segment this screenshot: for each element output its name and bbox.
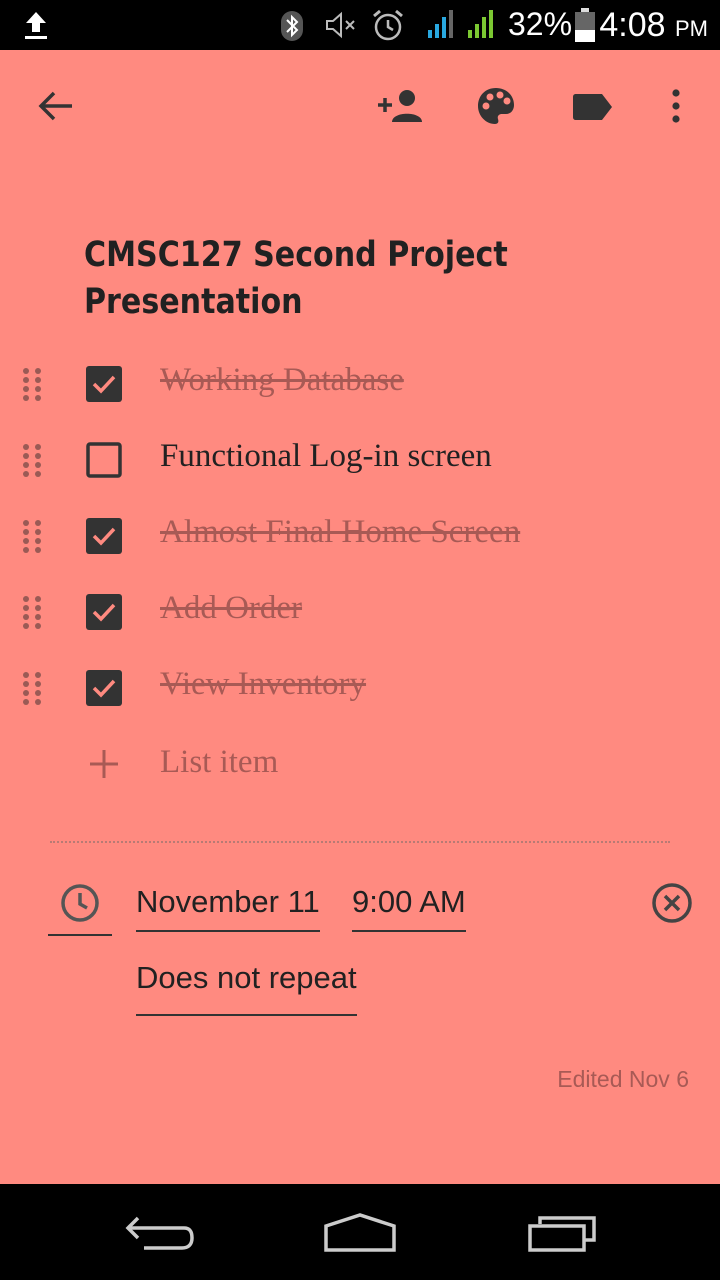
battery-icon <box>575 8 595 42</box>
list-item-text[interactable]: Functional Log-in screen <box>160 438 492 475</box>
add-list-item-placeholder: List item <box>160 744 279 780</box>
clock-icon <box>61 884 99 922</box>
reminder-time-field[interactable]: 9:00 AM <box>352 884 466 932</box>
navigation-bar <box>0 1184 720 1280</box>
checkbox-checked-icon[interactable] <box>86 518 122 554</box>
clock-time: 4:08 <box>599 6 666 44</box>
plus-icon <box>90 750 118 778</box>
clock: 4:08 PM <box>599 6 708 45</box>
drag-handle-icon[interactable] <box>20 366 44 402</box>
checkbox-checked-icon[interactable] <box>86 366 122 402</box>
palette-icon[interactable] <box>476 86 516 126</box>
back-arrow-icon[interactable] <box>36 88 76 124</box>
list-item-text[interactable]: Add Order <box>160 590 302 627</box>
note-title-line-2: Presentation <box>84 282 303 322</box>
back-nav-icon[interactable] <box>124 1214 196 1254</box>
clock-ampm: PM <box>675 16 708 41</box>
checkbox-checked-icon[interactable] <box>86 594 122 630</box>
add-list-item[interactable]: List item <box>0 730 720 800</box>
note-title-line-1: CMSC127 Second Project <box>84 235 508 275</box>
note-title[interactable]: CMSC127 Second Project Presentation <box>84 232 566 326</box>
list-item-text[interactable]: Working Database <box>160 362 404 399</box>
list-item-text[interactable]: Almost Final Home Screen <box>160 514 520 551</box>
drag-handle-icon[interactable] <box>20 670 44 706</box>
reminder-icon-field <box>48 872 112 936</box>
more-vert-icon[interactable] <box>668 88 684 124</box>
signal-blue-icon <box>428 10 453 38</box>
list-item[interactable]: Functional Log-in screen <box>0 424 720 494</box>
status-bar: 32% 4:08 PM <box>0 0 720 50</box>
list-item[interactable]: Add Order <box>0 576 720 646</box>
reminder-repeat-field[interactable]: Does not repeat <box>136 960 357 1016</box>
drag-handle-icon[interactable] <box>20 518 44 554</box>
home-nav-icon[interactable] <box>322 1212 398 1254</box>
drag-handle-icon[interactable] <box>20 442 44 478</box>
upload-icon <box>25 12 47 39</box>
alarm-icon <box>373 9 403 41</box>
list-item[interactable]: View Inventory <box>0 652 720 722</box>
divider <box>50 841 670 843</box>
list-item[interactable]: Almost Final Home Screen <box>0 500 720 570</box>
toolbar <box>0 50 720 162</box>
list-item[interactable]: Working Database <box>0 348 720 418</box>
bluetooth-icon <box>281 11 303 41</box>
recents-nav-icon[interactable] <box>526 1214 598 1254</box>
label-icon[interactable] <box>572 92 614 122</box>
signal-green-icon <box>468 10 493 38</box>
drag-handle-icon[interactable] <box>20 594 44 630</box>
battery-percent: 32% <box>508 6 573 42</box>
checkbox-unchecked-icon[interactable] <box>86 442 122 478</box>
clear-reminder-icon[interactable] <box>650 881 694 925</box>
list-item-text[interactable]: View Inventory <box>160 666 366 703</box>
reminder-date-field[interactable]: November 11 <box>136 884 320 932</box>
add-collaborator-icon[interactable] <box>376 88 424 124</box>
mute-icon <box>326 11 355 39</box>
edited-timestamp: Edited Nov 6 <box>557 1066 689 1092</box>
checkbox-checked-icon[interactable] <box>86 670 122 706</box>
